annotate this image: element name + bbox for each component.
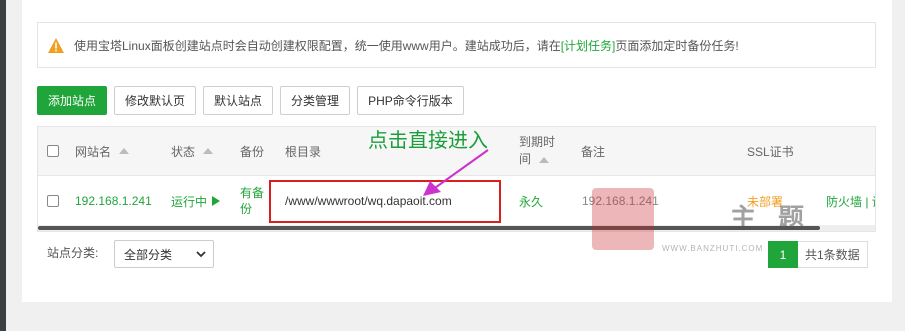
watermark-url: WWW.BANZHUTI.COM bbox=[662, 244, 764, 253]
add-site-button[interactable]: 添加站点 bbox=[37, 86, 108, 115]
toolbar: 添加站点 修改默认页 默认站点 分类管理 PHP命令行版本 bbox=[37, 86, 464, 115]
cron-task-link[interactable]: [计划任务] bbox=[561, 39, 616, 53]
watermark-logo: 主 题 WWW.BANZHUTI.COM bbox=[592, 188, 822, 260]
warning-icon bbox=[48, 37, 64, 53]
select-all-checkbox[interactable] bbox=[47, 145, 59, 157]
row-checkbox[interactable] bbox=[47, 195, 59, 207]
col-remark: 备注 bbox=[581, 127, 605, 175]
notice-text: 使用宝塔Linux面板创建站点时会自动创建权限配置，统一使用www用户。建站成功… bbox=[74, 37, 739, 54]
col-site-name[interactable]: 网站名 bbox=[75, 127, 130, 175]
col-ssl: SSL证书 bbox=[747, 127, 794, 175]
category-select-value: 全部分类 bbox=[124, 247, 173, 262]
col-root-dir: 根目录 bbox=[285, 127, 321, 175]
col-backup: 备份 bbox=[240, 127, 264, 175]
status-toggle[interactable]: 运行中 bbox=[171, 176, 221, 226]
site-name-link[interactable]: 192.168.1.241 bbox=[75, 176, 152, 226]
edit-default-page-button[interactable]: 修改默认页 bbox=[114, 86, 197, 115]
backup-text: 有备 bbox=[240, 186, 265, 200]
chevron-down-icon bbox=[196, 251, 206, 258]
watermark-seal bbox=[592, 188, 654, 250]
expire-link[interactable]: 永久 bbox=[519, 176, 543, 226]
col-status-label: 状态 bbox=[171, 144, 196, 159]
col-expire[interactable]: 到期时 间 bbox=[519, 127, 555, 175]
category-filter-label: 站点分类: bbox=[47, 246, 99, 260]
status-text: 运行中 bbox=[171, 194, 208, 209]
sort-icon bbox=[539, 157, 550, 163]
sidebar-edge bbox=[0, 0, 6, 331]
sort-icon bbox=[119, 148, 130, 154]
notice-banner: 使用宝塔Linux面板创建站点时会自动创建权限配置，统一使用www用户。建站成功… bbox=[37, 22, 876, 68]
col-expire-label: 到期时 bbox=[519, 135, 556, 149]
php-cli-version-button[interactable]: PHP命令行版本 bbox=[357, 86, 464, 115]
default-site-button[interactable]: 默认站点 bbox=[203, 86, 274, 115]
category-manage-button[interactable]: 分类管理 bbox=[280, 86, 351, 115]
category-select[interactable]: 全部分类 bbox=[114, 240, 214, 268]
col-expire-label-2: 间 bbox=[519, 152, 532, 166]
annotation-arrow-icon bbox=[423, 149, 489, 196]
col-backup-label: 备份 bbox=[240, 144, 265, 159]
col-status[interactable]: 状态 bbox=[171, 127, 214, 175]
backup-link[interactable]: 有备 份 bbox=[240, 176, 264, 226]
notice-text-after: 页面添加定时备份任务! bbox=[615, 38, 739, 53]
backup-text-2: 份 bbox=[240, 202, 253, 216]
col-root-dir-label: 根目录 bbox=[285, 144, 322, 159]
col-site-name-label: 网站名 bbox=[75, 144, 112, 159]
firewall-link[interactable]: 防火墙 | 设 bbox=[826, 176, 875, 226]
play-icon bbox=[212, 196, 221, 206]
notice-text-before: 使用宝塔Linux面板创建站点时会自动创建权限配置，统一使用www用户。建站成功… bbox=[74, 38, 561, 53]
watermark-char-2: 题 bbox=[778, 204, 805, 234]
sort-icon bbox=[203, 148, 214, 154]
col-ssl-label: SSL证书 bbox=[747, 144, 794, 159]
watermark-char-1: 主 bbox=[730, 204, 757, 234]
col-remark-label: 备注 bbox=[581, 144, 606, 159]
